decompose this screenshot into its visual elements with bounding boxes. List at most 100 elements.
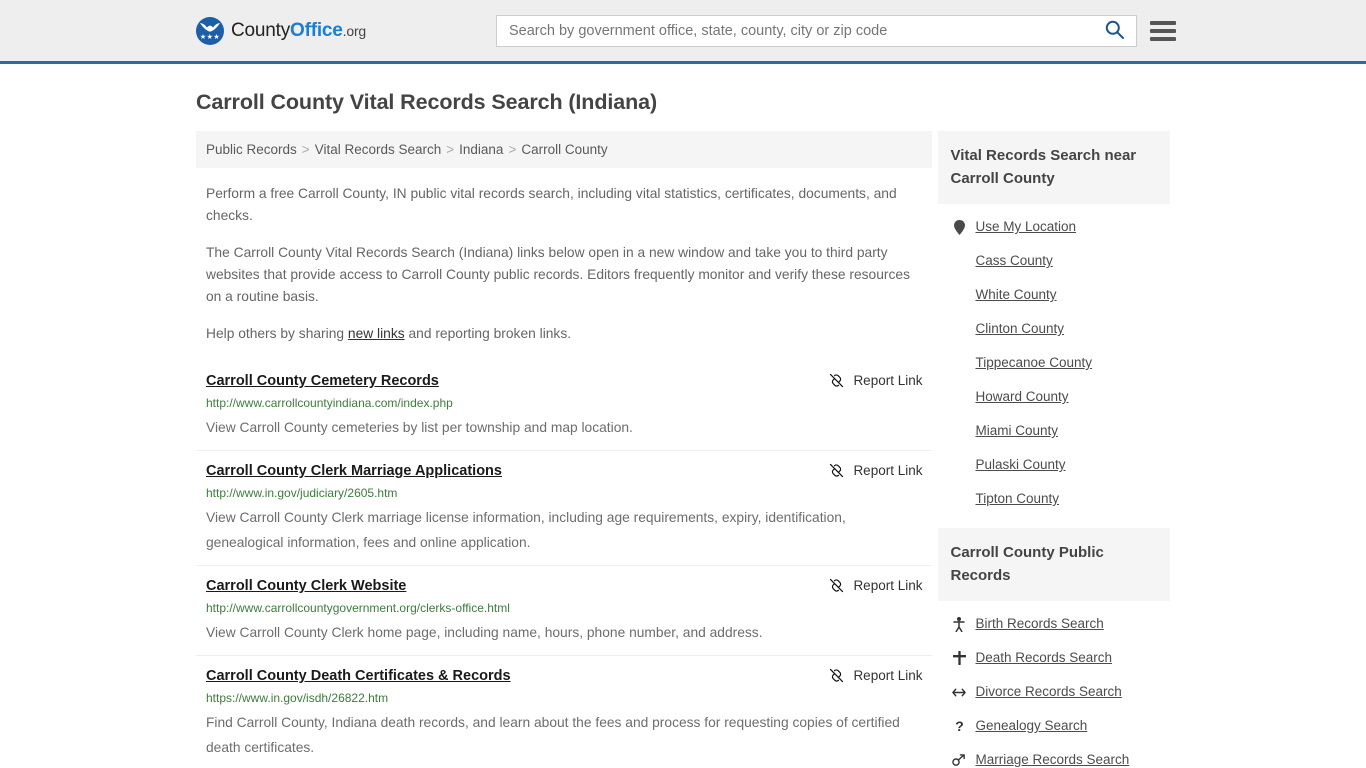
intro-paragraph-2: The Carroll County Vital Records Search … bbox=[206, 245, 910, 304]
breadcrumb-item[interactable]: Indiana bbox=[459, 142, 503, 157]
result-header: Carroll County Death Certificates & Reco… bbox=[206, 667, 922, 685]
intro-paragraph-1: Perform a free Carroll County, IN public… bbox=[206, 186, 897, 223]
sidebar-list-item[interactable]: Use My Location bbox=[938, 210, 1170, 244]
sidebar-item-label[interactable]: Genealogy Search bbox=[975, 717, 1087, 735]
result-title-link[interactable]: Carroll County Clerk Website bbox=[206, 577, 406, 595]
intro-text: Perform a free Carroll County, IN public… bbox=[196, 183, 932, 345]
breadcrumb-separator: > bbox=[446, 142, 455, 157]
result-item: Carroll County Cemetery Records Report Li… bbox=[196, 361, 932, 450]
hamburger-bar bbox=[1150, 20, 1176, 25]
breadcrumb: Public Records > Vital Records Search > Indi… bbox=[196, 131, 933, 168]
sidebar-item-label[interactable]: Death Records Search bbox=[975, 649, 1112, 667]
logo-text-office: Office bbox=[290, 19, 343, 41]
report-link-button[interactable]: Report Link bbox=[808, 372, 922, 389]
page-container: Carroll County Vital Records Search (Ind… bbox=[0, 90, 1366, 768]
result-header: Carroll County Clerk Website Report Link bbox=[206, 577, 922, 595]
page-title: Carroll County Vital Records Search (Ind… bbox=[196, 90, 658, 114]
result-url[interactable]: http://www.in.gov/judiciary/2605.htm bbox=[206, 486, 922, 501]
sidebar-item-label[interactable]: Use My Location bbox=[975, 218, 1076, 236]
new-links-link[interactable]: new links bbox=[348, 326, 405, 341]
sidebar-panel-list: Use My Location Cass County White County Cl… bbox=[938, 204, 1170, 516]
result-title-link[interactable]: Carroll County Cemetery Records bbox=[206, 372, 439, 390]
hamburger-bar bbox=[1150, 28, 1176, 33]
content-columns: Public Records > Vital Records Search > Indi… bbox=[196, 131, 1170, 768]
main-column: Public Records > Vital Records Search > Indi… bbox=[196, 131, 933, 768]
sidebar-item-label[interactable]: Pulaski County bbox=[975, 456, 1065, 474]
broken-link-icon bbox=[828, 667, 845, 684]
sidebar-item-label[interactable]: Divorce Records Search bbox=[975, 683, 1121, 701]
sidebar-item-label[interactable]: Cass County bbox=[975, 252, 1052, 270]
result-url[interactable]: https://www.in.gov/isdh/26822.htm bbox=[206, 691, 922, 706]
result-description: View Carroll County Clerk marriage licen… bbox=[206, 510, 846, 550]
result-description: View Carroll County cemeteries by list p… bbox=[206, 420, 633, 435]
sidebar-list-item[interactable]: Howard County bbox=[938, 380, 1170, 414]
result-header: Carroll County Clerk Marriage Applicatio… bbox=[206, 462, 922, 480]
sidebar-list-item[interactable]: Tippecanoe County bbox=[938, 346, 1170, 380]
report-link-label: Report Link bbox=[853, 578, 923, 593]
report-link-label: Report Link bbox=[853, 668, 923, 683]
sidebar-panel: Carroll County Public Records Birth Recor… bbox=[938, 528, 1170, 768]
map-pin-icon bbox=[952, 219, 966, 235]
sidebar-list-item[interactable]: Tipton County bbox=[938, 482, 1170, 516]
result-item: Carroll County Clerk Website Report Link h… bbox=[196, 565, 933, 655]
results-list: Carroll County Cemetery Records Report Li… bbox=[196, 361, 933, 768]
report-link-button[interactable]: Report Link bbox=[808, 462, 922, 479]
breadcrumb-item[interactable]: Public Records bbox=[206, 142, 297, 157]
sidebar-list-item[interactable]: Divorce Records Search bbox=[938, 675, 1170, 709]
sidebar-list-item[interactable]: Cass County bbox=[938, 244, 1170, 278]
intro-paragraph-3: Help others by sharing new links and rep… bbox=[206, 323, 920, 345]
result-description: View Carroll County Clerk home page, inc… bbox=[206, 625, 763, 640]
result-item: Carroll County Clerk Marriage Applicatio… bbox=[196, 450, 933, 565]
male-female-symbol-icon bbox=[952, 753, 966, 767]
site-logo[interactable]: ★★★ CountyOffice.org bbox=[196, 16, 366, 45]
sidebar-list-item[interactable]: Pulaski County bbox=[938, 448, 1170, 482]
intro-p3-before: Help others by sharing bbox=[206, 326, 348, 341]
sidebar-list-item[interactable]: White County bbox=[938, 278, 1170, 312]
result-title-link[interactable]: Carroll County Clerk Marriage Applicatio… bbox=[206, 462, 502, 480]
hamburger-bar bbox=[1150, 36, 1176, 41]
sidebar-panel-heading: Carroll County Public Records bbox=[938, 528, 1170, 601]
report-link-label: Report Link bbox=[853, 463, 923, 478]
sidebar-item-label[interactable]: Howard County bbox=[975, 388, 1068, 406]
sidebar-list-item[interactable]: Miami County bbox=[938, 414, 1170, 448]
intro-p3-after: and reporting broken links. bbox=[404, 326, 572, 341]
search-button[interactable] bbox=[1092, 16, 1136, 46]
sidebar-list-item[interactable]: Birth Records Search bbox=[938, 607, 1170, 641]
sidebar-item-label[interactable]: Clinton County bbox=[975, 320, 1064, 338]
breadcrumb-item[interactable]: Carroll County bbox=[521, 142, 607, 157]
sidebar-item-label[interactable]: Marriage Records Search bbox=[975, 751, 1129, 768]
logo-text-tld: .org bbox=[342, 22, 367, 39]
logo-text-county: County bbox=[231, 19, 291, 41]
baby-icon bbox=[952, 616, 966, 632]
search-input[interactable] bbox=[497, 15, 1092, 46]
sidebar-item-label[interactable]: Miami County bbox=[975, 422, 1058, 440]
broken-link-icon bbox=[828, 372, 845, 389]
result-title-link[interactable]: Carroll County Death Certificates & Reco… bbox=[206, 667, 511, 685]
question-mark-icon: ? bbox=[955, 718, 964, 734]
result-url[interactable]: http://www.carrollcountygovernment.org/c… bbox=[206, 601, 922, 616]
search-bar[interactable] bbox=[496, 14, 1137, 47]
logo-wordmark: CountyOffice.org bbox=[231, 20, 366, 42]
search-icon bbox=[1105, 20, 1124, 42]
sidebar-list-item[interactable]: ? Genealogy Search bbox=[938, 709, 1170, 743]
sidebar-panel: Vital Records Search near Carroll County… bbox=[938, 131, 1170, 516]
sidebar-panel-heading: Vital Records Search near Carroll County bbox=[938, 131, 1170, 204]
broken-link-icon bbox=[828, 577, 845, 594]
report-link-button[interactable]: Report Link bbox=[808, 667, 922, 684]
sidebar-list-item[interactable]: Clinton County bbox=[938, 312, 1170, 346]
sidebar-item-label[interactable]: Tipton County bbox=[975, 490, 1059, 508]
sidebar-item-label[interactable]: White County bbox=[975, 286, 1056, 304]
report-link-button[interactable]: Report Link bbox=[808, 577, 922, 594]
hamburger-menu-icon[interactable] bbox=[1150, 20, 1176, 41]
result-url[interactable]: http://www.carrollcountyindiana.com/inde… bbox=[206, 396, 922, 411]
breadcrumb-separator: > bbox=[301, 142, 310, 157]
sidebar-item-label[interactable]: Birth Records Search bbox=[975, 615, 1103, 633]
sidebar-list-item[interactable]: Death Records Search bbox=[938, 641, 1170, 675]
sidebar-list-item[interactable]: Marriage Records Search bbox=[938, 743, 1170, 768]
sidebar: Vital Records Search near Carroll County… bbox=[938, 131, 1170, 768]
broken-link-icon bbox=[828, 462, 845, 479]
sidebar-item-label[interactable]: Tippecanoe County bbox=[975, 354, 1092, 372]
breadcrumb-item[interactable]: Vital Records Search bbox=[315, 142, 442, 157]
sidebar-panel-list: Birth Records Search Death Records Search… bbox=[938, 601, 1170, 768]
cross-icon bbox=[952, 651, 966, 665]
